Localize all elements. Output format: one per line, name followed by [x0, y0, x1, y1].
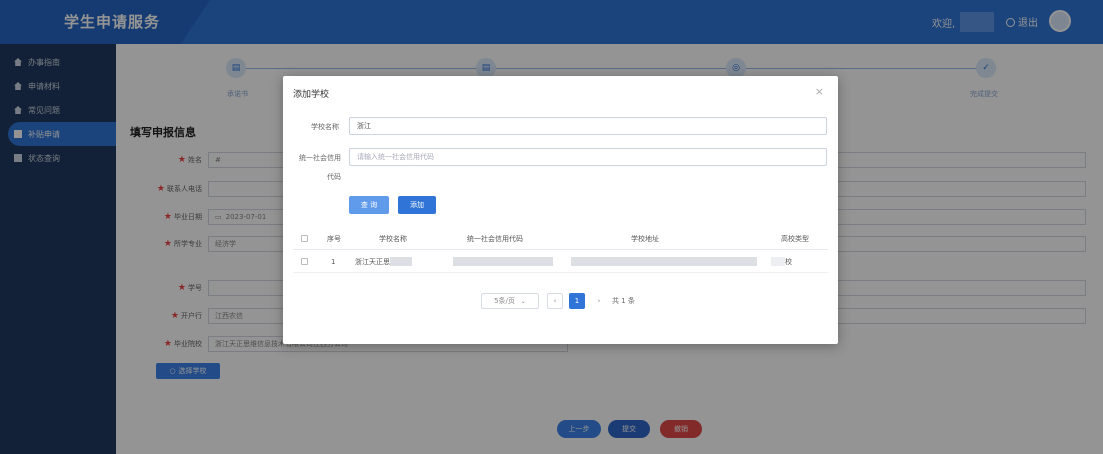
col-credit-code: 统一社会信用代码 — [467, 234, 523, 243]
school-name-label: 学校名称 — [311, 123, 339, 131]
credit-code-label-cont: 代码 — [327, 173, 341, 181]
col-index: 序号 — [327, 234, 341, 243]
next-page-icon[interactable]: › — [591, 293, 607, 309]
close-icon[interactable]: × — [815, 85, 824, 98]
table-row[interactable]: 1 浙江天正思 校 — [293, 251, 828, 273]
row-index: 1 — [331, 257, 336, 266]
results-table-header: 序号 学校名称 统一社会信用代码 学校地址 高校类型 — [293, 228, 828, 250]
page-size-select[interactable]: 5条/页 ⌄ — [481, 293, 539, 309]
school-name-input[interactable]: 浙江 — [349, 117, 827, 135]
dialog-title: 添加学校 — [293, 90, 330, 100]
add-school-dialog: 添加学校 × 学校名称 浙江 统一社会信用 代码 请输入统一社会信用代码 查 询… — [283, 76, 838, 344]
select-all-checkbox[interactable] — [301, 235, 308, 242]
prev-page-icon[interactable]: ‹ — [547, 293, 563, 309]
row-school-type: 校 — [771, 257, 792, 267]
row-checkbox[interactable] — [301, 258, 308, 265]
pagination-total: 共 1 条 — [612, 297, 635, 305]
row-credit-code-redacted — [453, 257, 553, 266]
col-school-name: 学校名称 — [379, 234, 407, 243]
row-address-redacted — [571, 257, 757, 266]
add-button[interactable]: 添加 — [398, 196, 436, 214]
row-school-name: 浙江天正思 — [355, 257, 412, 267]
col-school-type: 高校类型 — [781, 234, 809, 243]
credit-code-label: 统一社会信用 — [299, 154, 341, 162]
page-1-button[interactable]: 1 — [569, 293, 585, 309]
chevron-down-icon: ⌄ — [520, 297, 526, 305]
query-button[interactable]: 查 询 — [349, 196, 389, 214]
credit-code-input[interactable]: 请输入统一社会信用代码 — [349, 148, 827, 166]
col-school-address: 学校地址 — [631, 234, 659, 243]
